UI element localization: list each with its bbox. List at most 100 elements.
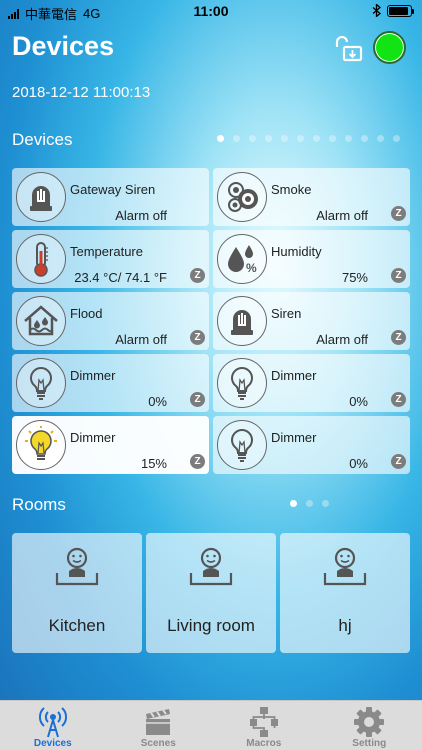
status-bar: 中華電信 4G 11:00 xyxy=(0,0,422,22)
page-dot xyxy=(313,135,320,142)
device-card-temperature[interactable]: Temperature 23.4 °C/ 74.1 °F Z xyxy=(12,230,209,288)
status-time: 11:00 xyxy=(193,3,229,19)
antenna-icon xyxy=(38,707,67,738)
page-dot xyxy=(322,500,329,507)
tab-bar: Devices Scenes Macros Setting xyxy=(0,700,422,750)
zwave-badge-icon: Z xyxy=(190,392,205,407)
thermometer-icon xyxy=(16,234,66,284)
device-card-dimmer[interactable]: Dimmer 0% Z xyxy=(213,354,410,412)
bulb-icon xyxy=(16,358,66,408)
tab-label: Setting xyxy=(352,738,387,749)
zwave-badge-icon: Z xyxy=(391,206,406,221)
room-name: Kitchen xyxy=(48,616,106,635)
device-name: Flood xyxy=(70,306,103,321)
zwave-badge-icon: Z xyxy=(190,454,205,469)
room-icon xyxy=(323,547,367,586)
device-card-siren[interactable]: Siren Alarm off Z xyxy=(213,292,410,350)
page-dot xyxy=(393,135,400,142)
room-card-living-room[interactable]: Living room xyxy=(146,533,276,653)
zwave-badge-icon: Z xyxy=(391,454,406,469)
device-card-dimmer[interactable]: Dimmer 0% Z xyxy=(213,416,410,474)
page-dot xyxy=(306,500,313,507)
tab-label: Devices xyxy=(33,738,72,749)
tab-label: Scenes xyxy=(140,738,176,749)
page-dot xyxy=(377,135,384,142)
device-name: Smoke xyxy=(271,182,312,197)
unlock-icon[interactable] xyxy=(334,36,364,62)
device-name: Dimmer xyxy=(271,430,317,445)
page-dot xyxy=(265,135,272,142)
smoke-icon xyxy=(217,172,267,222)
device-value: 0% xyxy=(148,394,167,409)
room-icon xyxy=(189,547,233,586)
device-card-flood[interactable]: Flood Alarm off Z xyxy=(12,292,209,350)
zwave-badge-icon: Z xyxy=(391,392,406,407)
tab-scenes[interactable]: Scenes xyxy=(106,701,212,750)
device-card-smoke[interactable]: Smoke Alarm off Z xyxy=(213,168,410,226)
device-name: Temperature xyxy=(70,244,143,259)
room-card-hj[interactable]: hj xyxy=(280,533,410,653)
room-name: Living room xyxy=(167,616,255,635)
device-value: 23.4 °C/ 74.1 °F xyxy=(74,270,167,285)
tab-devices[interactable]: Devices xyxy=(0,701,106,750)
device-card-gateway-siren[interactable]: Gateway Siren Alarm off xyxy=(12,168,209,226)
zwave-badge-icon: Z xyxy=(391,268,406,283)
device-card-dimmer-on[interactable]: Dimmer 15% Z xyxy=(12,416,209,474)
zwave-badge-icon: Z xyxy=(190,268,205,283)
bulb-on-icon xyxy=(16,420,66,470)
status-right xyxy=(372,4,414,17)
battery-icon xyxy=(387,4,414,17)
siren-icon xyxy=(217,296,267,346)
clapperboard-icon xyxy=(146,709,171,735)
rooms-section-title: Rooms xyxy=(12,495,66,514)
device-card-humidity[interactable]: % Humidity 75% Z xyxy=(213,230,410,288)
device-value: 0% xyxy=(349,394,368,409)
device-value: Alarm off xyxy=(316,332,368,347)
device-grid: Gateway Siren Alarm off Smoke Alarm off … xyxy=(12,168,410,474)
page-dot xyxy=(290,500,297,507)
page-dot xyxy=(361,135,368,142)
room-icon xyxy=(55,547,99,586)
gear-icon xyxy=(354,707,385,737)
gateway-datetime: 2018-12-12 11:00:13 xyxy=(12,84,151,101)
tab-label: Macros xyxy=(246,738,282,749)
device-name: Gateway Siren xyxy=(70,182,156,197)
devices-page-indicator[interactable] xyxy=(217,135,400,142)
device-card-dimmer[interactable]: Dimmer 0% Z xyxy=(12,354,209,412)
device-name: Dimmer xyxy=(271,368,317,383)
device-value: Alarm off xyxy=(115,208,167,223)
device-value: 75% xyxy=(341,270,368,285)
device-value: Alarm off xyxy=(316,208,368,223)
page-dot xyxy=(233,135,240,142)
zwave-badge-icon: Z xyxy=(190,330,205,345)
room-grid: Kitchen Living room hj xyxy=(12,533,410,653)
device-value: Alarm off xyxy=(115,332,167,347)
connection-status-indicator[interactable] xyxy=(373,31,406,64)
page-dot xyxy=(297,135,304,142)
tab-macros[interactable]: Macros xyxy=(211,701,317,750)
svg-text:%: % xyxy=(246,261,257,275)
device-name: Siren xyxy=(271,306,302,321)
bluetooth-icon xyxy=(372,4,381,17)
page-dot xyxy=(329,135,336,142)
room-name: hj xyxy=(338,616,352,635)
humidity-icon: % xyxy=(217,234,267,284)
page-dot xyxy=(345,135,352,142)
bulb-icon xyxy=(217,358,267,408)
devices-section-title: Devices xyxy=(12,130,73,149)
bulb-icon xyxy=(217,420,267,470)
device-name: Dimmer xyxy=(70,368,116,383)
device-value: 15% xyxy=(140,456,167,471)
room-card-kitchen[interactable]: Kitchen xyxy=(12,533,142,653)
device-value: 0% xyxy=(349,456,368,471)
page-dot xyxy=(249,135,256,142)
page-dot xyxy=(281,135,288,142)
rooms-page-indicator[interactable] xyxy=(290,500,329,507)
flood-icon xyxy=(16,296,66,346)
tab-setting[interactable]: Setting xyxy=(317,701,422,750)
flowchart-icon xyxy=(249,707,278,737)
zwave-badge-icon: Z xyxy=(391,330,406,345)
device-name: Humidity xyxy=(271,244,322,259)
device-name: Dimmer xyxy=(70,430,116,445)
page-title: Devices xyxy=(12,31,115,61)
